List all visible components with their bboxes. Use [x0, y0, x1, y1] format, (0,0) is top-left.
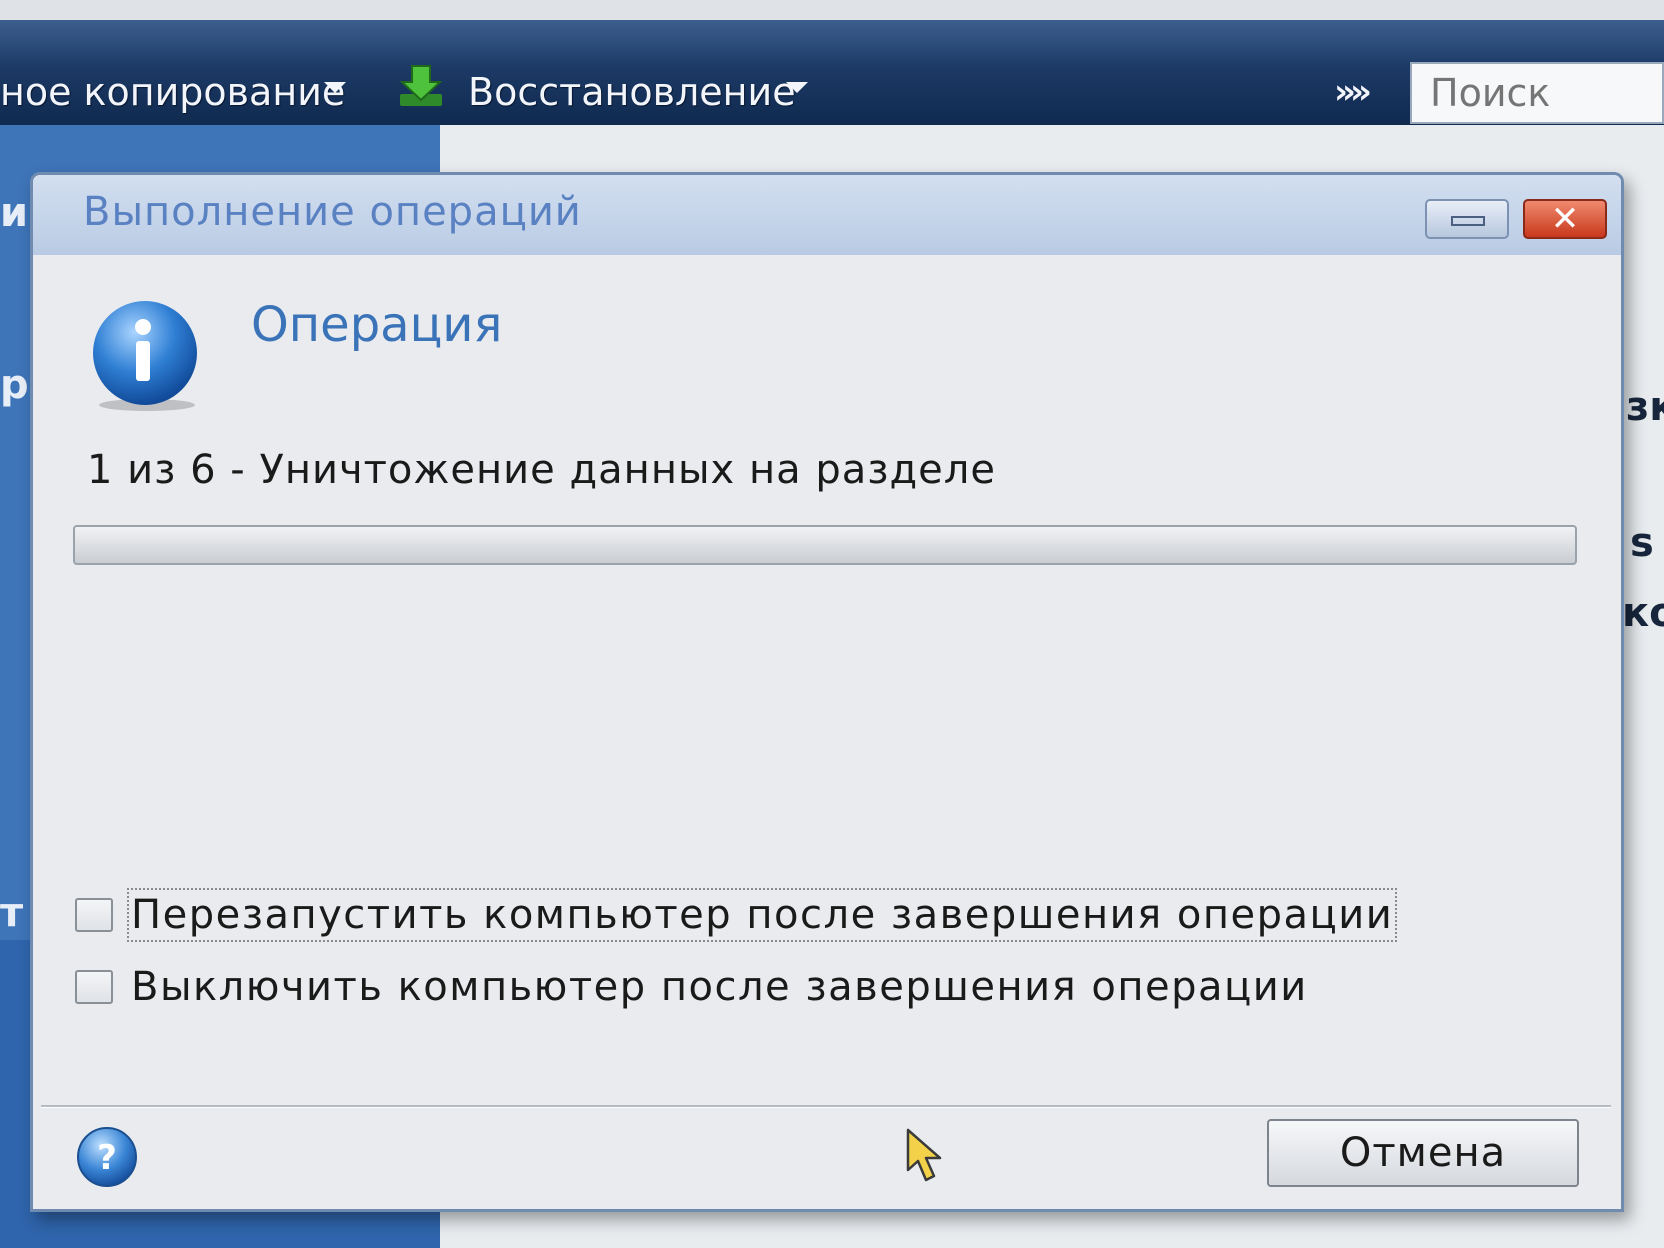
- main-toolbar: ное копирование Восстановление »»: [0, 20, 1664, 128]
- dialog-title: Выполнение операций: [83, 189, 582, 235]
- restore-menu-label[interactable]: Восстановление: [468, 70, 796, 114]
- operation-status-text: 1 из 6 - Уничтожение данных на разделе: [87, 447, 996, 493]
- more-chevron-icon[interactable]: »»: [1334, 72, 1372, 112]
- restart-after-checkbox[interactable]: Перезапустить компьютер после завершения…: [75, 888, 1398, 942]
- restore-dropdown-arrow-icon[interactable]: [786, 82, 808, 93]
- bg-fragment-left-2: р: [0, 362, 29, 408]
- minimize-button[interactable]: [1425, 199, 1509, 239]
- bg-fragment-left-1: и: [0, 190, 29, 236]
- shutdown-checkbox-label[interactable]: Выключить компьютер после завершения опе…: [131, 964, 1308, 1010]
- restart-checkbox-label[interactable]: Перезапустить компьютер после завершения…: [126, 888, 1398, 942]
- search-box[interactable]: [1410, 62, 1664, 124]
- footer-separator: [41, 1105, 1611, 1108]
- svg-text:?: ?: [97, 1138, 117, 1178]
- backup-menu-label[interactable]: ное копирование: [0, 70, 345, 114]
- help-icon[interactable]: ?: [75, 1125, 139, 1189]
- bg-fragment-right-3: ко: [1622, 590, 1664, 636]
- restart-checkbox-box[interactable]: [75, 898, 113, 932]
- dialog-titlebar[interactable]: Выполнение операций ✕: [33, 175, 1621, 255]
- operation-heading: Операция: [251, 297, 503, 353]
- backup-dropdown-arrow-icon[interactable]: [324, 82, 346, 93]
- close-button[interactable]: ✕: [1523, 199, 1607, 239]
- search-input[interactable]: [1412, 64, 1662, 122]
- mouse-cursor-icon: [906, 1128, 942, 1182]
- bg-fragment-left-3: т: [0, 890, 24, 936]
- window-top-edge: [0, 0, 1664, 20]
- bg-fragment-right-2: s: [1630, 520, 1654, 566]
- restore-arrow-icon[interactable]: [398, 64, 444, 110]
- minimize-icon: [1451, 216, 1485, 226]
- cancel-button[interactable]: Отмена: [1267, 1119, 1579, 1187]
- info-icon: [93, 301, 197, 411]
- bg-fragment-right-1: зк: [1626, 384, 1664, 430]
- operations-dialog: Выполнение операций ✕ Операция 1 из 6 - …: [30, 172, 1624, 1212]
- shutdown-checkbox-box[interactable]: [75, 970, 113, 1004]
- progress-bar: [73, 525, 1577, 565]
- shutdown-after-checkbox[interactable]: Выключить компьютер после завершения опе…: [75, 961, 1308, 1013]
- close-icon: ✕: [1550, 199, 1580, 239]
